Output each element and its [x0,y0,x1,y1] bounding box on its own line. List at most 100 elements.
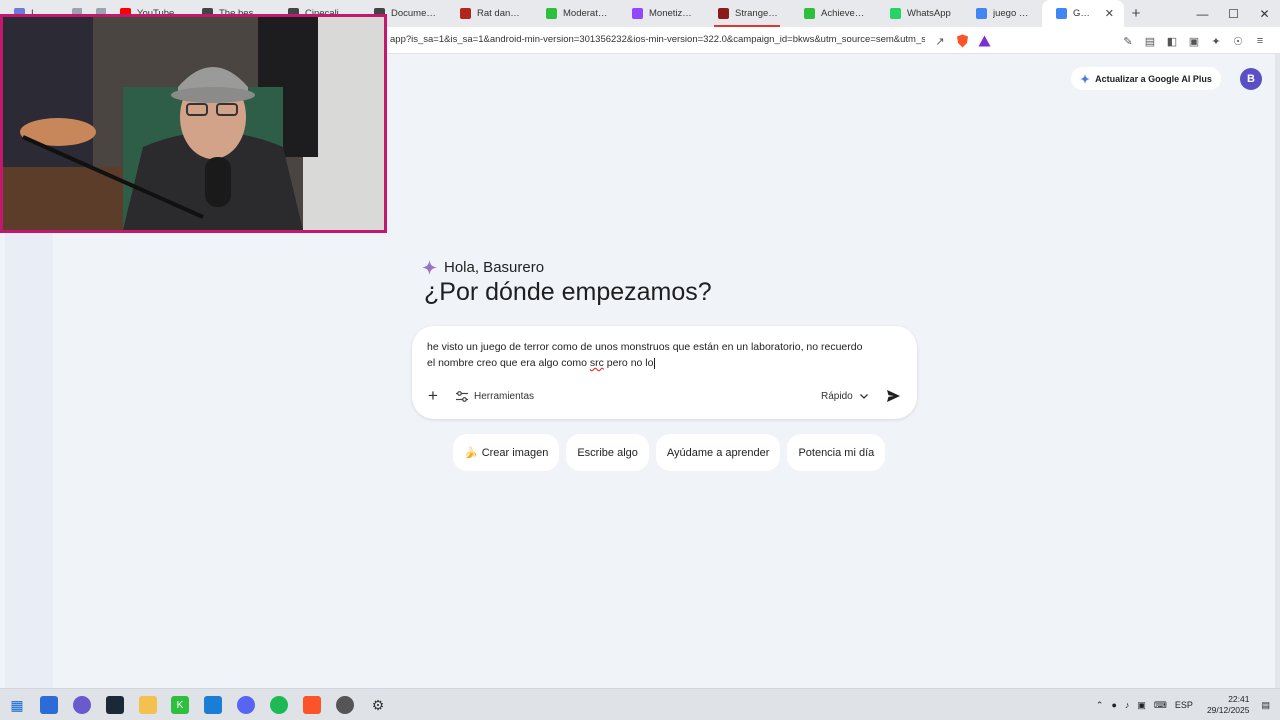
volume-icon[interactable]: ♪ [1125,700,1130,710]
vpn-icon[interactable]: ☉ [1228,31,1248,51]
browser-tab[interactable]: WhatsApp [876,0,962,27]
clock-time: 22:41 [1228,694,1250,704]
misspelled-word: src [589,357,604,369]
browser-tab[interactable]: Rat dance Mu [446,0,532,27]
close-window-icon[interactable]: ✕ [1249,0,1280,27]
window-controls: — ☐ ✕ [1187,0,1280,27]
obs-icon[interactable] [336,696,354,714]
suggestion-chip-label: Crear imagen [481,446,549,459]
wallet-icon[interactable]: ▣ [1184,31,1204,51]
upgrade-label: Actualizar a Google AI Plus [1095,73,1212,84]
minimize-icon[interactable]: — [1187,0,1218,27]
tray-expand-icon[interactable]: ⌃ [1096,700,1104,711]
sparkle-icon [1080,73,1091,84]
tab-title: Google G [1073,8,1095,19]
suggestion-chip-label: Ayúdame a aprender [666,446,770,459]
upgrade-button[interactable]: Actualizar a Google AI Plus [1071,67,1221,90]
leo-ai-icon[interactable]: ✦ [1206,31,1226,51]
taskbar-app-icon[interactable] [73,696,91,714]
close-tab-icon[interactable]: ✕ [1105,7,1114,20]
prompt-text-line1: he visto un juego de terror como de unos… [427,341,863,353]
tab-favicon-icon [890,8,901,19]
microphone-icon[interactable]: ● [1111,700,1116,710]
tab-favicon-icon [718,8,729,19]
page-title: ¿Por dónde empezamos? [424,278,712,306]
tab-title: Moderator - K [563,8,608,19]
clock[interactable]: 22:41 29/12/2025 [1207,694,1250,716]
browser-tab[interactable]: Stranger Thing [704,0,790,27]
spotify-icon[interactable] [270,696,288,714]
tab-favicon-icon [1056,8,1067,19]
sidebar-toggle-icon[interactable]: ◧ [1162,31,1182,51]
notifications-icon[interactable]: ▤ [1261,700,1270,711]
gemini-sparkle-icon [422,260,437,275]
send-icon [886,390,900,402]
extensions-icon[interactable]: ✎ [1118,31,1138,51]
tab-favicon-icon [632,8,643,19]
tools-label: Herramientas [474,390,535,402]
prompt-box[interactable]: he visto un juego de terror como de unos… [412,326,917,419]
tab-favicon-icon [976,8,987,19]
language-indicator[interactable]: ESP [1175,700,1193,710]
greeting-text: Hola, Basurero [444,259,545,276]
tools-button[interactable]: Herramientas [456,386,534,406]
tab-title: Documentatio [391,8,436,19]
brave-shield-icon[interactable] [952,31,972,51]
taskbar-app-icon[interactable] [40,696,58,714]
discord-icon[interactable] [237,696,255,714]
suggestion-chip[interactable]: Ayúdame a aprender [655,434,781,471]
banana-icon: 🍌 [464,447,478,459]
tab-title: juego de terro [993,8,1032,19]
clock-date: 29/12/2025 [1206,705,1250,715]
suggestion-chip-label: Escribe algo [577,446,638,459]
reader-icon[interactable]: ▤ [1140,31,1160,51]
tab-title: Achievements [821,8,866,19]
keyboard-icon[interactable]: ⌨ [1154,700,1167,711]
menu-icon[interactable]: ≡ [1250,31,1270,51]
suggestion-chip[interactable]: Escribe algo [566,434,649,471]
brave-browser-icon[interactable] [303,696,321,714]
file-explorer-icon[interactable] [139,696,157,714]
tab-title: WhatsApp [907,8,951,19]
prompt-input[interactable]: he visto un juego de terror como de unos… [427,339,897,371]
tab-title: Monetización [649,8,694,19]
kick-icon[interactable]: K [171,696,189,714]
settings-gear-icon[interactable]: ⚙ [369,696,387,714]
webcam-scene [3,17,384,230]
steam-icon[interactable] [106,696,124,714]
tab-title: Rat dance Mu [477,8,522,19]
model-mode-dropdown[interactable]: Rápido [821,386,868,406]
tools-sliders-icon [456,390,468,402]
gemini-app: Actualizar a Google AI Plus B Hola, Basu… [0,14,1280,715]
add-attachment-button[interactable]: + [424,387,442,405]
tab-favicon-icon [546,8,557,19]
greeting: Hola, Basurero [422,259,544,276]
taskbar: ▦ K ⚙ ⌃ ● ♪ ▣ ⌨ ESP 22:41 29/12/2025 ▤ [0,688,1280,720]
browser-tab[interactable]: Moderator - K [532,0,618,27]
system-tray: ⌃ ● ♪ ▣ ⌨ ESP 22:41 29/12/2025 ▤ [1096,689,1280,720]
avatar[interactable]: B [1240,68,1262,90]
network-icon[interactable]: ▣ [1137,700,1146,711]
browser-tab[interactable]: Google G ✕ [1042,0,1124,27]
new-tab-button[interactable]: + [1124,5,1148,22]
scrollbar[interactable] [1275,54,1280,688]
browser-toolbar: ✎ ▤ ◧ ▣ ✦ ☉ ≡ [1118,31,1270,51]
address-actions: ↗ [930,31,994,51]
start-windows-icon[interactable]: ▦ [8,696,26,714]
tab-favicon-icon [460,8,471,19]
browser-tab[interactable]: juego de terro [962,0,1042,27]
share-icon[interactable]: ↗ [930,31,950,51]
browser-tab[interactable]: Achievements [790,0,876,27]
send-button[interactable] [882,385,904,407]
maximize-icon[interactable]: ☐ [1218,0,1249,27]
url-field[interactable]: app?is_sa=1&is_sa=1&android-min-version=… [390,34,925,45]
prompt-text-line2-end: pero no lo [603,357,654,369]
suggestion-chip[interactable]: Potencia mi día [787,434,886,471]
text-caret [654,357,656,369]
browser-tab[interactable]: Monetización [618,0,704,27]
suggestion-chip-label: Potencia mi día [798,446,875,459]
vscode-icon[interactable] [204,696,222,714]
suggestion-chip[interactable]: 🍌 Crear imagen [453,434,560,471]
brave-rewards-icon[interactable] [974,31,994,51]
tab-title: Stranger Thing [735,8,780,19]
